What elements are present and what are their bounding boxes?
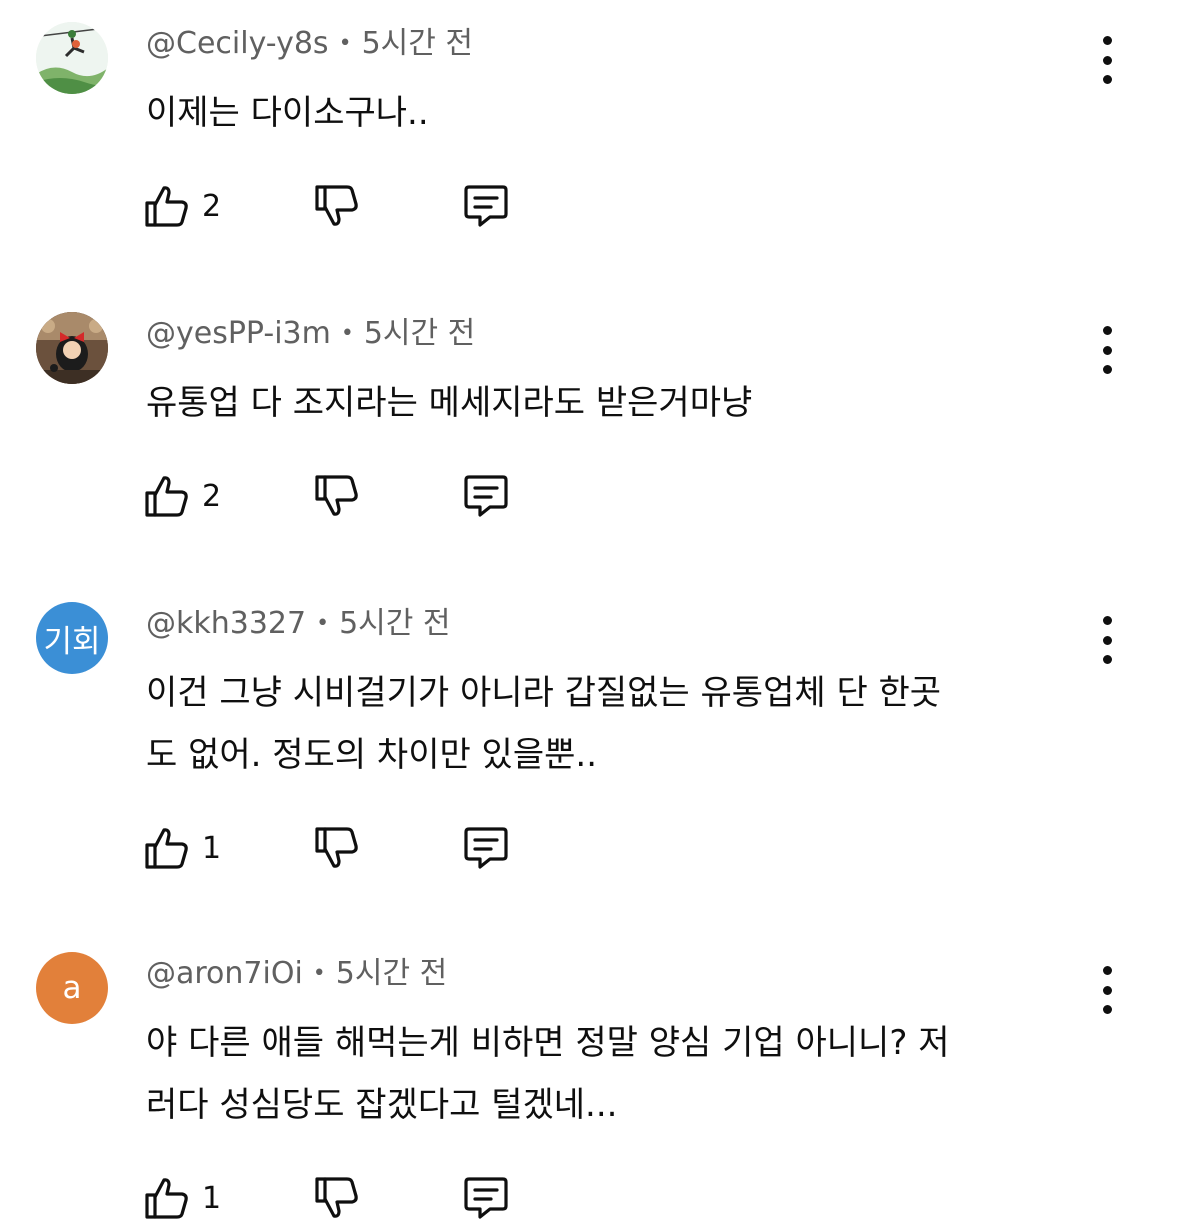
comment-text: 이건 그냥 시비걸기가 아니라 갑질없는 유통업체 단 한곳 도 없어. 정도의… [146, 662, 1086, 786]
comment-meta: @aron7iOi • 5시간 전 [146, 954, 447, 997]
comment-meta: @yesPP-i3m • 5시간 전 [146, 314, 475, 357]
thumb-down-icon [315, 475, 358, 516]
comment-line: 이건 그냥 시비걸기가 아니라 갑질없는 유통업체 단 한곳 [146, 673, 942, 713]
like-count: 2 [202, 478, 222, 514]
author-name[interactable]: @Cecily-y8s [146, 26, 329, 61]
dislike-button[interactable] [312, 176, 362, 236]
avatar[interactable] [36, 312, 108, 384]
more-vertical-icon[interactable] [1092, 616, 1122, 664]
reply-bubble-icon [464, 827, 508, 869]
timestamp[interactable]: 5시간 전 [362, 26, 473, 61]
author-name[interactable]: @yesPP-i3m [146, 316, 331, 351]
meta-separator: • [316, 611, 330, 636]
comment-actions: 1 [142, 1168, 542, 1228]
like-count: 1 [202, 830, 222, 866]
comment-meta: @kkh3327 • 5시간 전 [146, 604, 451, 647]
timestamp[interactable]: 5시간 전 [336, 956, 447, 991]
dislike-button[interactable] [312, 466, 362, 526]
thumb-up-icon [145, 186, 188, 227]
comment-line: 이제는 다이소구나.. [146, 93, 429, 133]
like-button[interactable]: 2 [142, 466, 221, 526]
like-button[interactable]: 2 [142, 176, 221, 236]
thumb-up-icon [145, 1178, 188, 1219]
avatar[interactable]: a [36, 952, 108, 1024]
like-count: 1 [202, 1180, 222, 1216]
more-vertical-icon[interactable] [1092, 36, 1122, 84]
thumb-up-icon [145, 828, 188, 869]
like-button[interactable]: 1 [142, 818, 221, 878]
more-vertical-icon[interactable] [1092, 966, 1122, 1014]
thumb-down-icon [315, 185, 358, 226]
meta-separator: • [340, 321, 354, 346]
reply-bubble-icon [464, 1177, 508, 1219]
thumb-down-icon [315, 1177, 358, 1218]
more-vertical-icon[interactable] [1092, 326, 1122, 374]
like-count: 2 [202, 188, 222, 224]
comment-meta: @Cecily-y8s • 5시간 전 [146, 24, 473, 67]
timestamp[interactable]: 5시간 전 [339, 606, 450, 641]
comment-line: 도 없어. 정도의 차이만 있을뿐.. [146, 735, 598, 775]
comment-line: 러다 성심당도 잡겠다고 털겠네... [146, 1085, 618, 1125]
author-name[interactable]: @aron7iOi [146, 956, 303, 991]
comment-line: 야 다른 애들 해먹는게 비하면 정말 양심 기업 아니니? 저 [146, 1023, 950, 1063]
like-button[interactable]: 1 [142, 1168, 221, 1228]
reply-button[interactable] [460, 818, 512, 878]
avatar-initials: a [62, 970, 82, 1006]
avatar[interactable]: 기회 [36, 602, 108, 674]
meta-separator: • [338, 31, 352, 56]
reply-button[interactable] [460, 1168, 512, 1228]
comment-text: 이제는 다이소구나.. [146, 82, 1086, 144]
dislike-button[interactable] [312, 1168, 362, 1228]
comment-actions: 2 [142, 176, 542, 236]
comment-actions: 1 [142, 818, 542, 878]
thumb-up-icon [145, 476, 188, 517]
reply-button[interactable] [460, 176, 512, 236]
thumb-down-icon [315, 827, 358, 868]
timestamp[interactable]: 5시간 전 [364, 316, 475, 351]
comment-line: 유통업 다 조지라는 메세지라도 받은거마냥 [146, 383, 753, 423]
reply-bubble-icon [464, 475, 508, 517]
comment-text: 유통업 다 조지라는 메세지라도 받은거마냥 [146, 372, 1086, 434]
comment-actions: 2 [142, 466, 542, 526]
comment-text: 야 다른 애들 해먹는게 비하면 정말 양심 기업 아니니? 저 러다 성심당도… [146, 1012, 1086, 1136]
avatar[interactable] [36, 22, 108, 94]
reply-bubble-icon [464, 185, 508, 227]
dislike-button[interactable] [312, 818, 362, 878]
meta-separator: • [312, 961, 326, 986]
avatar-initials: 기회 [43, 623, 101, 660]
author-name[interactable]: @kkh3327 [146, 606, 306, 641]
reply-button[interactable] [460, 466, 512, 526]
